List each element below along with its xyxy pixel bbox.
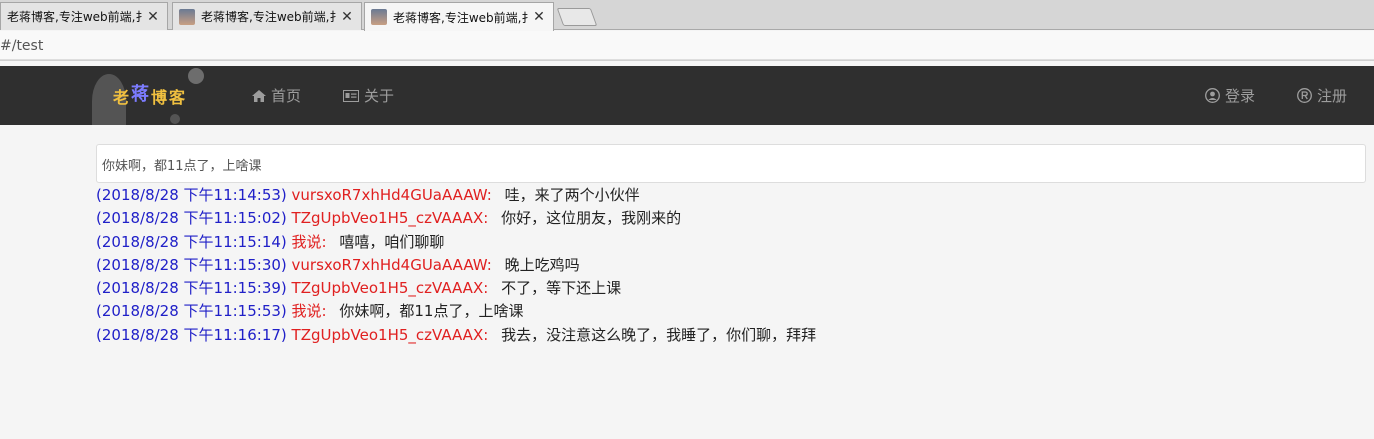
message-user: vursxoR7xhHd4GUaAAAW: bbox=[291, 186, 492, 204]
url-text[interactable]: #/test bbox=[0, 38, 43, 54]
tab-close-icon[interactable]: ✕ bbox=[339, 9, 355, 25]
nav-about-label: 关于 bbox=[364, 87, 395, 105]
nav-home-label: 首页 bbox=[271, 87, 302, 105]
browser-tab-strip: 老蒋博客,专注web前端,扌 ✕ 老蒋博客,专注web前端,扌 ✕ 老蒋博客,专… bbox=[0, 0, 1374, 31]
id-card-icon bbox=[343, 89, 359, 102]
message-time: (2018/8/28 下午11:15:14) bbox=[96, 232, 287, 251]
message-time: (2018/8/28 下午11:15:39) bbox=[96, 279, 287, 298]
message-user: vursxoR7xhHd4GUaAAAW: bbox=[291, 255, 492, 274]
logo-bubble-decoration bbox=[188, 68, 204, 84]
message-user: TZgUpbVeo1H5_czVAAAX: bbox=[291, 325, 489, 344]
message-user: TZgUpbVeo1H5_czVAAAX: bbox=[291, 209, 489, 228]
chat-message: (2018/8/28 下午11:15:02) TZgUpbVeo1H5_czVA… bbox=[96, 207, 1366, 230]
chat-message: (2018/8/28 下午11:15:39) TZgUpbVeo1H5_czVA… bbox=[96, 277, 1366, 300]
logo-char: 客 bbox=[169, 88, 188, 107]
logo-char: 老 bbox=[113, 88, 132, 107]
message-user: 我说: bbox=[291, 232, 327, 251]
browser-tab-active[interactable]: 老蒋博客,专注web前端,扌 ✕ bbox=[364, 2, 554, 31]
chat-message: (2018/8/28 下午11:16:17) TZgUpbVeo1H5_czVA… bbox=[96, 324, 1366, 347]
site-navbar: 老蒋博客 首页 关于 登录 注册 bbox=[0, 66, 1374, 128]
message-user: TZgUpbVeo1H5_czVAAAX: bbox=[291, 279, 489, 298]
tab-title: 老蒋博客,专注web前端,扌 bbox=[393, 10, 531, 25]
logo-char: 蒋 bbox=[131, 84, 152, 105]
message-time: (2018/8/28 下午11:14:53) bbox=[96, 186, 287, 204]
tab-title: 老蒋博客,专注web前端,扌 bbox=[201, 10, 339, 24]
logo-text: 老蒋博客 bbox=[113, 83, 187, 109]
nav-register-label: 注册 bbox=[1317, 87, 1348, 105]
message-text: 哇，来了两个小伙伴 bbox=[504, 186, 640, 204]
user-circle-icon bbox=[1205, 88, 1220, 103]
logo-bubble-decoration bbox=[170, 114, 180, 124]
browser-tab[interactable]: 老蒋博客,专注web前端,扌 ✕ bbox=[172, 2, 362, 30]
chat-message: (2018/8/28 下午11:15:53) 我说: 你妹啊，都11点了，上啥课 bbox=[96, 300, 1366, 323]
chat-message: (2018/8/28 下午11:15:30) vursxoR7xhHd4GUaA… bbox=[96, 254, 1366, 277]
nav-home-link[interactable]: 首页 bbox=[252, 66, 301, 125]
site-logo[interactable]: 老蒋博客 bbox=[92, 66, 216, 128]
chat-message: (2018/8/28 下午11:15:14) 我说: 嘻嘻，咱们聊聊 bbox=[96, 231, 1366, 254]
message-time: (2018/8/28 下午11:15:02) bbox=[96, 209, 287, 228]
message-text: 我去，没注意这么晚了，我睡了，你们聊，拜拜 bbox=[501, 325, 817, 344]
address-bar[interactable]: #/test bbox=[0, 31, 1374, 61]
chat-message: (2018/8/28 下午11:14:53) vursxoR7xhHd4GUaA… bbox=[96, 184, 1366, 207]
registered-icon bbox=[1297, 88, 1312, 103]
message-text: 不了，等下还上课 bbox=[501, 279, 622, 298]
nav-login-label: 登录 bbox=[1225, 87, 1256, 105]
message-time: (2018/8/28 下午11:16:17) bbox=[96, 325, 287, 344]
tab-title: 老蒋博客,专注web前端,扌 bbox=[7, 10, 145, 24]
message-text: 你妹啊，都11点了，上啥课 bbox=[339, 302, 524, 321]
chat-log: (2018/8/28 下午11:14:53) vursxoR7xhHd4GUaA… bbox=[96, 184, 1366, 347]
favicon-icon bbox=[371, 9, 387, 25]
divider bbox=[0, 59, 1374, 60]
nav-about-link[interactable]: 关于 bbox=[343, 66, 394, 125]
favicon-icon bbox=[179, 8, 195, 25]
message-time: (2018/8/28 下午11:15:53) bbox=[96, 302, 287, 321]
home-icon bbox=[252, 89, 266, 102]
message-text: 你好，这位朋友，我刚来的 bbox=[501, 209, 682, 228]
nav-login-link[interactable]: 登录 bbox=[1205, 66, 1255, 125]
browser-tab[interactable]: 老蒋博客,专注web前端,扌 ✕ bbox=[0, 2, 168, 30]
message-text: 晚上吃鸡吗 bbox=[504, 255, 580, 274]
message-time: (2018/8/28 下午11:15:30) bbox=[96, 255, 287, 274]
nav-register-link[interactable]: 注册 bbox=[1297, 66, 1347, 125]
message-text: 嘻嘻，咱们聊聊 bbox=[339, 232, 445, 251]
logo-char: 博 bbox=[151, 88, 170, 107]
new-tab-button[interactable] bbox=[556, 8, 598, 26]
tab-close-icon[interactable]: ✕ bbox=[145, 9, 161, 25]
tab-close-icon[interactable]: ✕ bbox=[531, 9, 547, 25]
message-user: 我说: bbox=[291, 302, 327, 321]
message-input[interactable]: 你妹啊，都11点了，上啥课 bbox=[96, 144, 1366, 183]
